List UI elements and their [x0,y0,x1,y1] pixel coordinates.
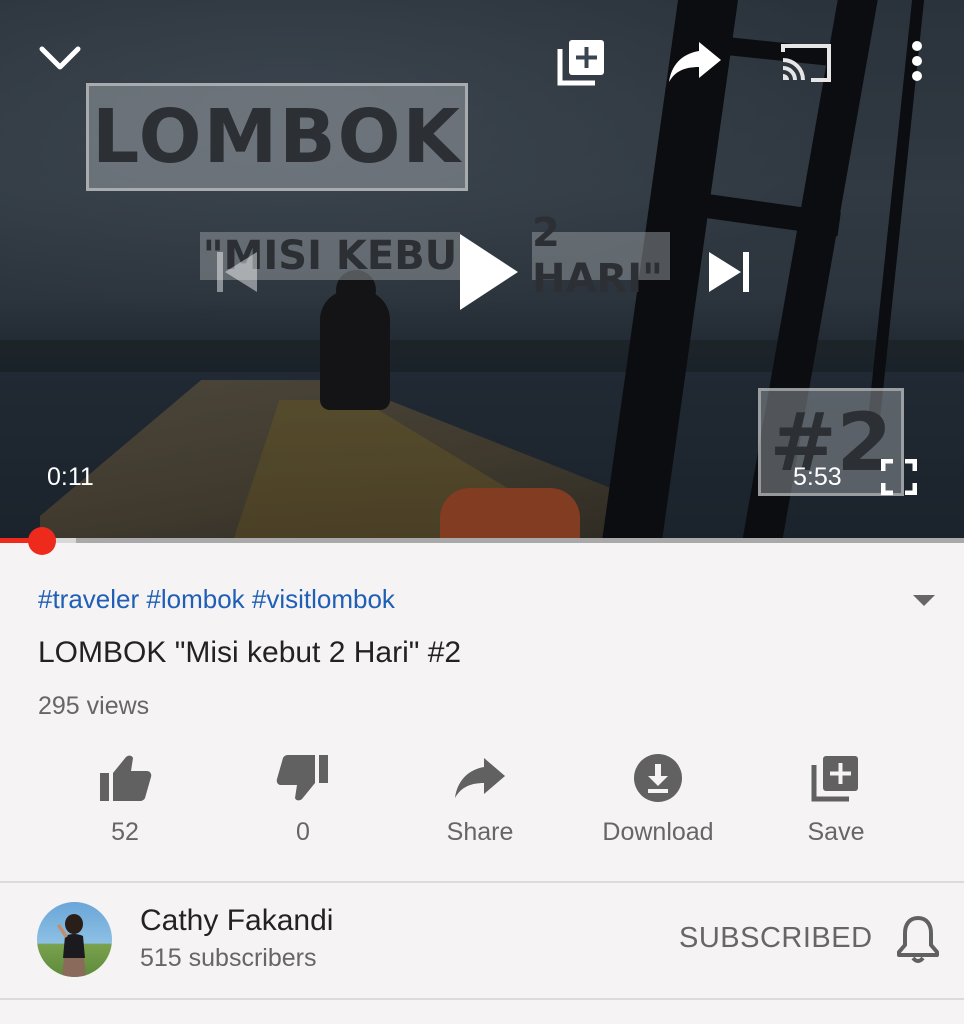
fullscreen-icon [881,459,917,495]
skip-previous-icon [217,252,257,292]
channel-name[interactable]: Cathy Fakandi [140,904,333,938]
subscribe-button[interactable]: SUBSCRIBED [679,922,873,955]
share-button[interactable]: Share [390,748,570,858]
like-button[interactable]: 52 [35,748,215,858]
subscriber-count: 515 subscribers [140,944,317,972]
thumb-down-icon [273,748,333,808]
view-count: 295 views [38,692,150,720]
dislike-count: 0 [296,818,310,846]
divider [0,998,964,1000]
duration: 5:53 [793,463,842,491]
play-icon [460,234,518,310]
download-button[interactable]: Download [568,748,748,858]
share-label: Share [446,818,514,846]
play-button[interactable] [448,224,528,320]
overlay-title: LOMBOK [86,83,468,191]
share-button-top[interactable] [664,32,726,92]
video-hashtags[interactable]: #traveler #lombok #visitlombok [38,584,395,615]
avatar-image [57,914,86,977]
like-count: 52 [111,818,139,846]
share-icon [450,748,510,808]
video-player[interactable]: LOMBOK "MISI KEBU 2 HARI" #2 0:11 5:53 [0,0,964,541]
dislike-button[interactable]: 0 [213,748,393,858]
download-icon [628,748,688,808]
previous-video-button [206,244,266,300]
next-video-button[interactable] [700,244,760,300]
thumb-up-icon [95,748,155,808]
current-time: 0:11 [47,463,94,491]
overlay-subtitle-right: 2 HARI" [532,210,670,302]
add-to-playlist-button[interactable] [552,32,612,92]
download-label: Download [602,818,714,846]
video-title: LOMBOK "Misi kebut 2 Hari" #2 [38,636,462,669]
more-vert-icon [912,41,922,81]
expand-description-button[interactable] [908,588,940,612]
progress-scrubber[interactable] [28,527,56,555]
more-options-button[interactable] [900,36,934,86]
notification-bell-button[interactable] [896,914,940,964]
progress-track[interactable] [0,538,964,543]
channel-avatar[interactable] [37,902,112,977]
share-icon [669,42,721,82]
playlist-add-icon [557,40,604,86]
divider [0,881,964,883]
collapse-button[interactable] [32,34,88,84]
caret-down-icon [913,595,935,606]
skip-next-icon [709,252,749,292]
cast-button[interactable] [776,34,836,90]
cast-icon [781,44,831,82]
save-label: Save [807,818,865,846]
save-button[interactable]: Save [746,748,926,858]
chevron-down-icon [39,46,81,70]
bell-icon [897,916,939,963]
playlist-add-icon [806,748,866,808]
fullscreen-button[interactable] [876,454,922,500]
